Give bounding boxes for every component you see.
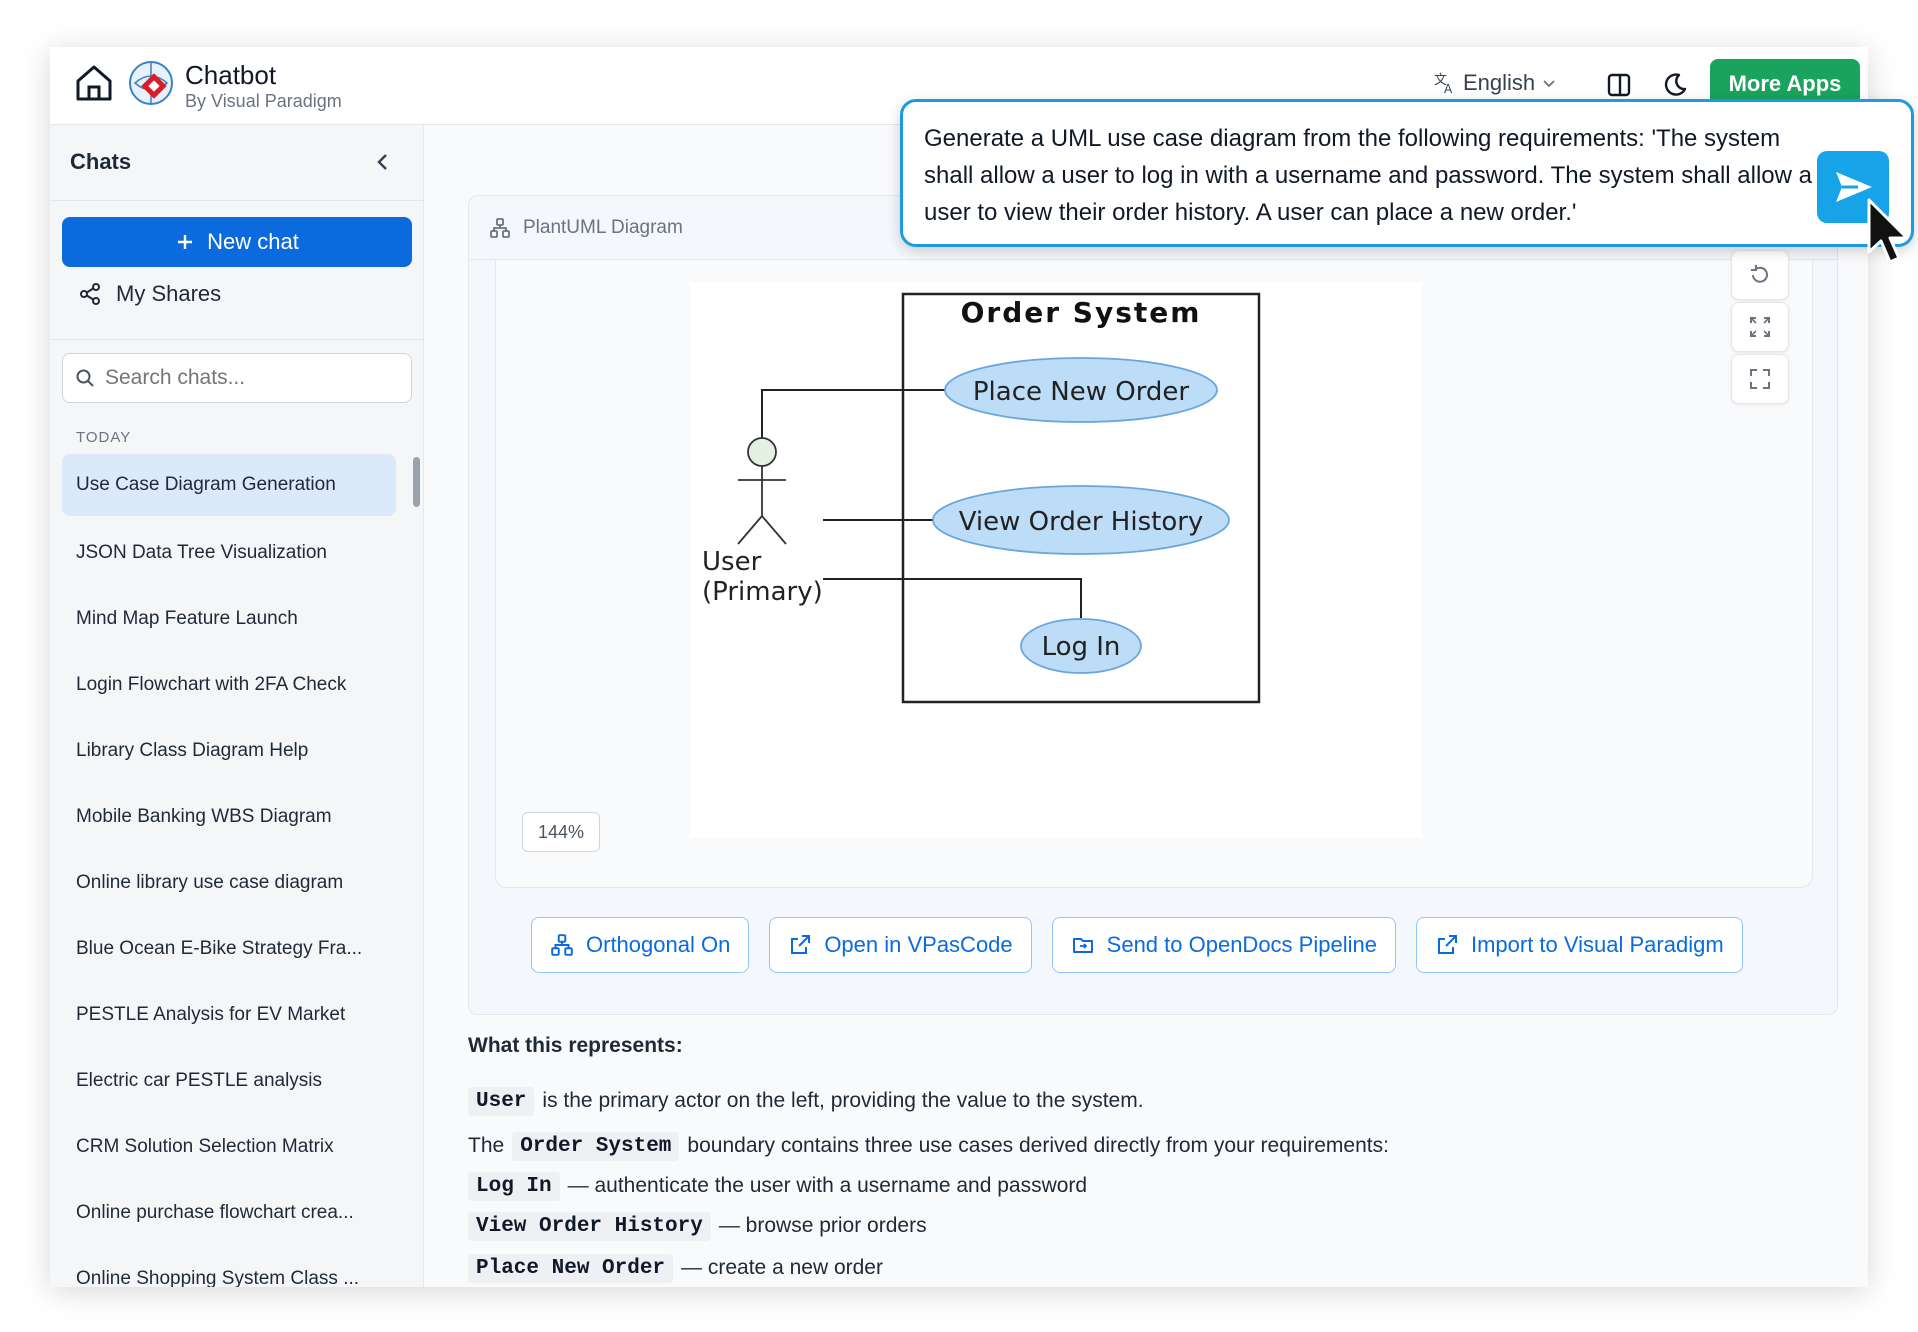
- explanation-line: User is the primary actor on the left, p…: [468, 1082, 1848, 1120]
- actor-name: User: [702, 547, 762, 577]
- chat-list: Use Case Diagram Generation JSON Data Tr…: [62, 454, 396, 1287]
- diagram-viewer[interactable]: Order System User (Primary) Place New Or…: [495, 250, 1813, 888]
- orthogonal-toggle-button[interactable]: Orthogonal On: [531, 917, 750, 973]
- main-content: PlantUML Diagram Order System User (Prim…: [424, 125, 1868, 1287]
- plantuml-card: PlantUML Diagram Order System User (Prim…: [468, 195, 1839, 1015]
- chat-item[interactable]: PESTLE Analysis for EV Market: [62, 982, 396, 1048]
- explanation-text: is the primary actor on the left, provid…: [542, 1089, 1144, 1112]
- chat-sidebar: Chats New chat My Shares Search chats...…: [50, 125, 424, 1287]
- language-label: English: [1463, 70, 1536, 95]
- prompt-bubble[interactable]: Generate a UML use case diagram from the…: [900, 99, 1914, 247]
- diagram-explanation: What this represents: User is the primar…: [468, 1034, 1848, 1286]
- share-icon: [80, 283, 100, 305]
- inline-code: Order System: [512, 1131, 680, 1161]
- use-case-list-item: Log In — authenticate the user with a us…: [468, 1166, 1848, 1206]
- import-visual-paradigm-label: Import to Visual Paradigm: [1470, 932, 1724, 957]
- send-opendocs-label: Send to OpenDocs Pipeline: [1106, 932, 1377, 957]
- explanation-text: — browse prior orders: [718, 1214, 927, 1237]
- reset-view-button[interactable]: [1731, 250, 1789, 300]
- home-icon[interactable]: [72, 61, 116, 105]
- chat-item[interactable]: Mind Map Feature Launch: [62, 586, 396, 652]
- inline-code: View Order History: [468, 1211, 711, 1241]
- new-chat-label: New chat: [207, 229, 299, 254]
- chat-item[interactable]: Online Shopping System Class ...: [62, 1246, 396, 1287]
- diagram-icon: [490, 217, 510, 238]
- translate-icon: 文 A: [1434, 73, 1453, 95]
- chat-item[interactable]: Login Flowchart with 2FA Check: [62, 652, 396, 718]
- new-chat-button[interactable]: New chat: [62, 217, 412, 267]
- chat-item[interactable]: CRM Solution Selection Matrix: [62, 1114, 396, 1180]
- chat-item[interactable]: Library Class Diagram Help: [62, 718, 396, 784]
- explanation-text: — create a new order: [681, 1256, 883, 1279]
- sidebar-divider: [50, 339, 424, 340]
- fullscreen-icon: [1750, 369, 1770, 389]
- reset-icon: [1751, 265, 1768, 283]
- chat-item-active[interactable]: Use Case Diagram Generation: [62, 454, 396, 516]
- my-shares-label: My Shares: [116, 281, 222, 306]
- folder-send-icon: [1072, 938, 1093, 953]
- panel-toggle-icon[interactable]: [1605, 71, 1633, 99]
- explanation-text: The: [468, 1134, 505, 1157]
- brand-title: Chatbot: [185, 60, 277, 90]
- sidebar-header: Chats: [50, 125, 424, 201]
- explanation-text: — authenticate the user with a username …: [567, 1174, 1088, 1197]
- diagram-icon: [551, 934, 573, 956]
- language-selector[interactable]: 文 A English: [1433, 70, 1557, 96]
- sidebar-title: Chats: [70, 149, 132, 174]
- actor-role: (Primary): [702, 577, 823, 607]
- search-icon: [76, 369, 94, 387]
- chat-item[interactable]: Electric car PESTLE analysis: [62, 1048, 396, 1114]
- fit-icon: [1750, 317, 1770, 337]
- system-name: Order System: [961, 296, 1202, 329]
- sidebar-scrollbar[interactable]: [413, 457, 420, 507]
- brand-subtitle: By Visual Paradigm: [185, 91, 342, 111]
- chat-item[interactable]: Online purchase flowchart crea...: [62, 1180, 396, 1246]
- mouse-cursor-icon: [1867, 198, 1909, 264]
- use-case-label: Place New Order: [973, 377, 1190, 407]
- external-link-icon: [1437, 935, 1457, 954]
- chat-item[interactable]: Online library use case diagram: [62, 850, 396, 916]
- chevron-down-icon: [1543, 80, 1555, 88]
- inline-code: Log In: [468, 1171, 560, 1201]
- orthogonal-label: Orthogonal On: [586, 932, 731, 957]
- zoom-level-badge: 144%: [522, 812, 600, 852]
- fit-to-screen-button[interactable]: [1731, 302, 1789, 352]
- explanation-title: What this represents:: [468, 1034, 683, 1057]
- chat-item[interactable]: JSON Data Tree Visualization: [62, 520, 396, 586]
- prompt-text: Generate a UML use case diagram from the…: [924, 125, 1812, 226]
- inline-code: User: [468, 1086, 535, 1116]
- send-opendocs-button[interactable]: Send to OpenDocs Pipeline: [1051, 917, 1396, 973]
- explanation-line: The Order System boundary contains three…: [468, 1126, 1848, 1166]
- import-visual-paradigm-button[interactable]: Import to Visual Paradigm: [1415, 917, 1743, 973]
- chat-item[interactable]: Blue Ocean E-Bike Strategy Fra...: [62, 916, 396, 982]
- actor-stick-figure: [737, 437, 787, 545]
- my-shares-link[interactable]: My Shares: [78, 281, 221, 307]
- section-label-today: TODAY: [76, 429, 132, 446]
- use-case-label: View Order History: [959, 507, 1204, 537]
- chevron-left-icon[interactable]: [370, 149, 396, 175]
- chat-item[interactable]: Mobile Banking WBS Diagram: [62, 784, 396, 850]
- use-case-diagram: Order System User (Primary) Place New Or…: [702, 292, 1261, 704]
- visual-paradigm-logo: [129, 61, 173, 105]
- plus-icon: [178, 235, 193, 249]
- use-case-list-item: View Order History — browse prior orders: [468, 1202, 1848, 1250]
- diagram-canvas: Order System User (Primary) Place New Or…: [691, 282, 1421, 838]
- search-chats-field[interactable]: [62, 353, 412, 403]
- explanation-text: boundary contains three use cases derive…: [687, 1134, 1389, 1157]
- search-input[interactable]: [105, 366, 395, 390]
- use-case-label: Log In: [1042, 632, 1121, 662]
- open-vpascode-button[interactable]: Open in VPasCode: [769, 917, 1032, 973]
- open-vpascode-label: Open in VPasCode: [824, 932, 1013, 957]
- external-link-icon: [791, 935, 811, 954]
- svg-text:A: A: [1444, 82, 1453, 95]
- fullscreen-button[interactable]: [1731, 354, 1789, 404]
- card-title: PlantUML Diagram: [523, 216, 683, 238]
- dark-mode-icon[interactable]: [1661, 71, 1689, 99]
- use-case-list-item: Place New Order — create a new order: [468, 1250, 1848, 1286]
- diagram-actions: Orthogonal On Open in VPasCode Send to O…: [531, 917, 1743, 973]
- inline-code: Place New Order: [468, 1253, 674, 1283]
